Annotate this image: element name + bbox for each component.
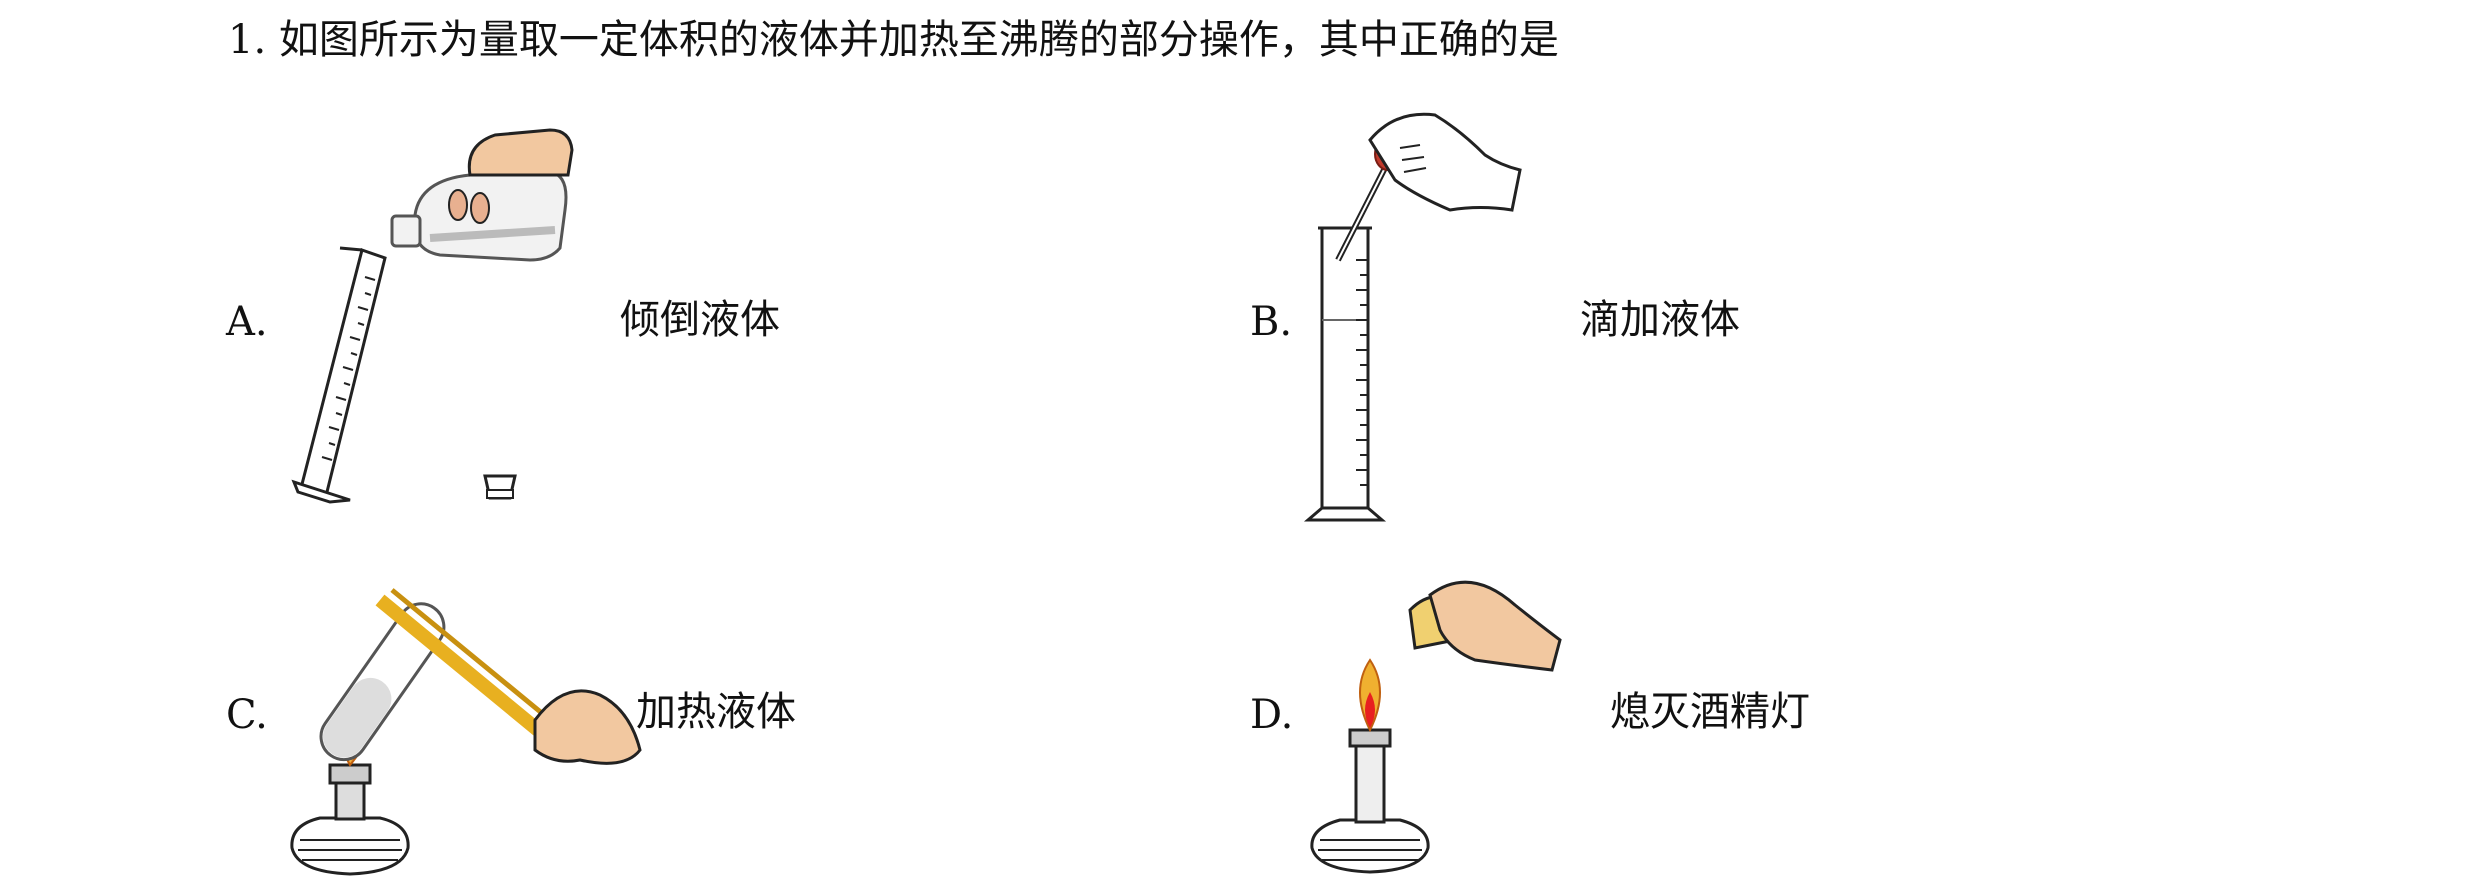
option-b-text: 滴加液体 [1580,297,1740,343]
option-d-letter[interactable]: D. [1250,690,1293,740]
heating-test-tube-icon [290,588,642,876]
dropper-icon [1303,112,1522,522]
option-b-letter[interactable]: B. [1250,297,1292,347]
option-d-text: 熄灭酒精灯 [1610,689,1810,735]
extinguish-lamp-icon [1310,580,1562,874]
question-number: 1. [228,17,267,63]
option-c-text: 加热液体 [636,689,796,735]
question-stem: 1. 如图所示为量取一定体积的液体并加热至沸腾的部分操作，其中正确的是 [228,10,1559,70]
option-c-letter[interactable]: C. [226,690,268,740]
option-a-text: 倾倒液体 [620,297,780,343]
option-a-letter[interactable]: A. [226,297,268,347]
question-text: 如图所示为量取一定体积的液体并加热至沸腾的部分操作，其中正确的是 [278,17,1559,63]
